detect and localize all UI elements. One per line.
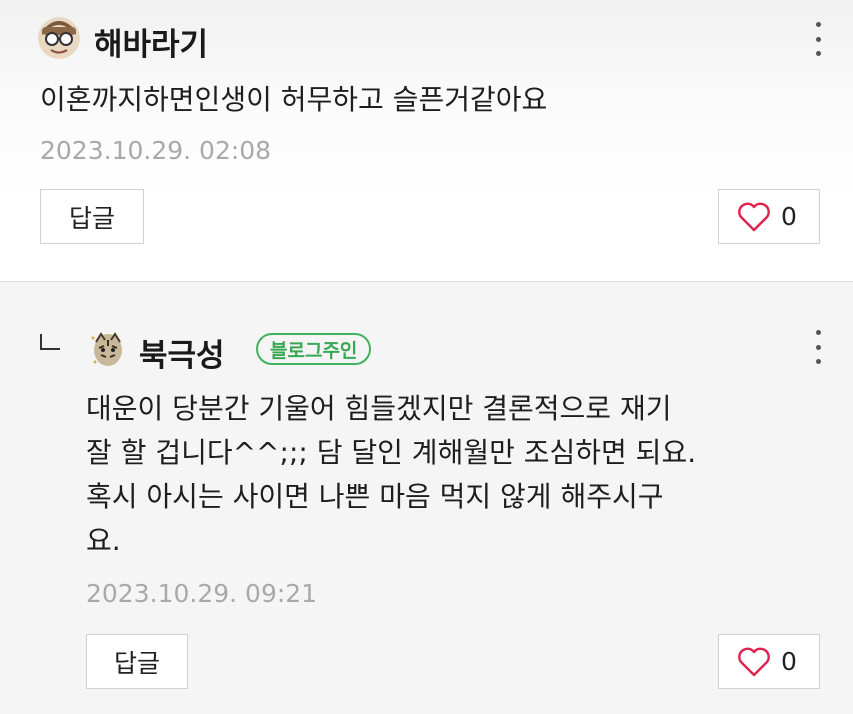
comment-text-line: 이혼까지하면인생이 허무하고 슬픈거같아요 (40, 83, 548, 116)
blog-owner-badge: 블로그주인 (256, 333, 372, 365)
more-options-icon[interactable] (808, 22, 828, 56)
like-count: 0 (781, 202, 797, 231)
comment-text-line: 혹시 아시는 사이면 나쁜 마음 먹지 않게 해주시구 (86, 480, 664, 513)
author-name[interactable]: 해바라기 (94, 19, 208, 64)
author-avatar-icon[interactable] (38, 17, 80, 59)
heart-icon (737, 202, 771, 232)
comment-item: 해바라기 이혼까지하면인생이 허무하고 슬픈거같아요 2023.10.29. 0… (0, 0, 853, 281)
more-options-icon[interactable] (808, 330, 828, 364)
like-count: 0 (781, 647, 797, 676)
reply-comment-item: 북극성 블로그주인 대운이 당분간 기울어 힘들겠지만 결론적으로 재기 잘 할… (0, 281, 853, 714)
comment-text: 대운이 당분간 기울어 힘들겠지만 결론적으로 재기 잘 할 겁니다^^;;; … (86, 387, 696, 563)
reply-button[interactable]: 답글 (40, 189, 144, 244)
comment-text-line: 대운이 당분간 기울어 힘들겠지만 결론적으로 재기 (86, 392, 672, 425)
author-avatar-icon[interactable] (87, 328, 129, 370)
like-button[interactable]: 0 (718, 189, 820, 244)
author-name[interactable]: 북극성 (139, 330, 225, 375)
comment-text: 이혼까지하면인생이 허무하고 슬픈거같아요 (40, 78, 547, 122)
comment-text-line: 잘 할 겁니다^^;;; 담 달인 계해월만 조심하면 되요. (86, 436, 697, 469)
comment-text-line: 요. (86, 524, 121, 557)
reply-indicator-icon (40, 334, 60, 350)
like-button[interactable]: 0 (718, 634, 820, 689)
comment-timestamp: 2023.10.29. 02:08 (40, 136, 272, 165)
heart-icon (737, 647, 771, 677)
reply-button[interactable]: 답글 (86, 634, 188, 689)
comment-timestamp: 2023.10.29. 09:21 (86, 579, 318, 608)
